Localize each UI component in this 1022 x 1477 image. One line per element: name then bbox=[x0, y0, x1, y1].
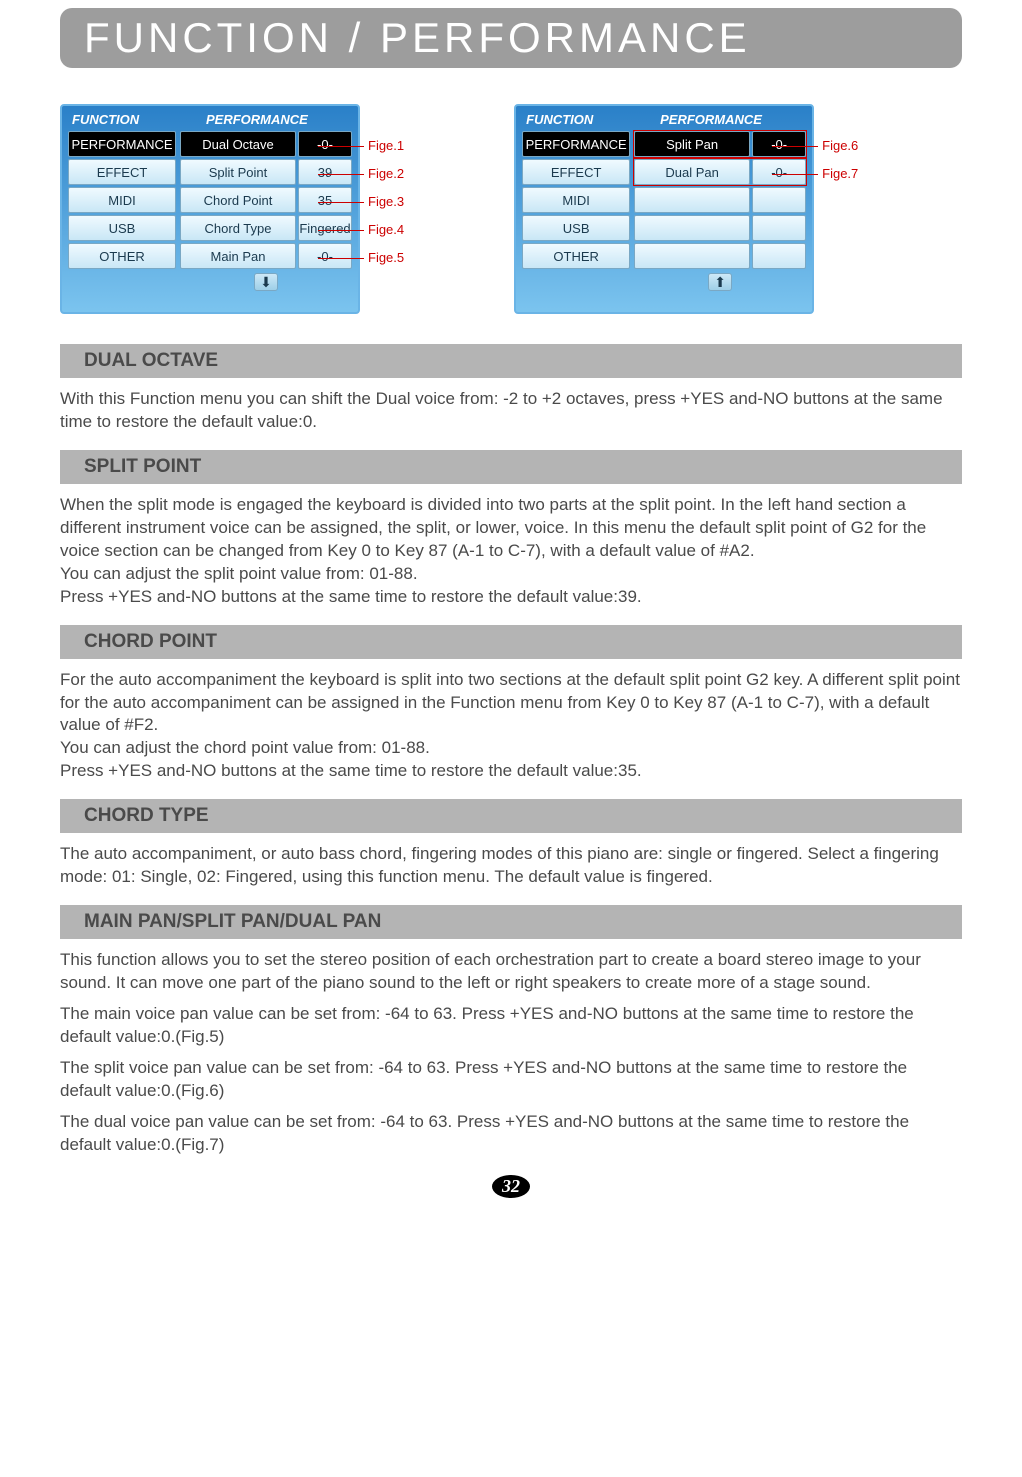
fig-label-4: Fige.4 bbox=[368, 216, 404, 244]
menu-performance-2: PERFORMANCE bbox=[522, 131, 630, 157]
page-title: FUNCTION / PERFORMANCE bbox=[84, 14, 938, 62]
param-blank-3 bbox=[634, 243, 806, 269]
section-chord-point-title: CHORD POINT bbox=[60, 625, 962, 659]
param-dual-octave: Dual Octave -0- bbox=[180, 131, 352, 157]
menu-midi-2: MIDI bbox=[522, 187, 630, 213]
menu-performance: PERFORMANCE bbox=[68, 131, 176, 157]
section-chord-type-title: CHORD TYPE bbox=[60, 799, 962, 833]
header-function-2: FUNCTION bbox=[522, 112, 630, 127]
section-dual-octave-title: DUAL OCTAVE bbox=[60, 344, 962, 378]
section-pan-p2: The main voice pan value can be set from… bbox=[60, 1003, 962, 1049]
fig-label-2: Fige.2 bbox=[368, 160, 404, 188]
menu-effect-2: EFFECT bbox=[522, 159, 630, 185]
header-performance: PERFORMANCE bbox=[176, 112, 352, 127]
screen1-figure-labels: Fige.1 Fige.2 Fige.3 Fige.4 Fige.5 bbox=[360, 104, 404, 314]
fig-label-6: Fige.6 bbox=[822, 132, 858, 160]
menu-other-2: OTHER bbox=[522, 243, 630, 269]
section-pan-title: MAIN PAN/SPLIT PAN/DUAL PAN bbox=[60, 905, 962, 939]
section-chord-point-body: For the auto accompaniment the keyboard … bbox=[60, 669, 962, 784]
page-title-bar: FUNCTION / PERFORMANCE bbox=[60, 8, 962, 68]
section-pan-p3: The split voice pan value can be set fro… bbox=[60, 1057, 962, 1103]
scroll-up-icon: ⬆ bbox=[634, 273, 806, 291]
screen2-figure-labels: Fige.6 Fige.7 bbox=[814, 104, 858, 314]
header-function: FUNCTION bbox=[68, 112, 176, 127]
screen2-block: FUNCTION PERFORMANCE PERFORMANCE EFFECT … bbox=[514, 104, 858, 314]
screen1-block: FUNCTION PERFORMANCE PERFORMANCE EFFECT … bbox=[60, 104, 404, 314]
param-split-point: Split Point 39 bbox=[180, 159, 352, 185]
page-number-wrap: 32 bbox=[60, 1175, 962, 1198]
menu-other: OTHER bbox=[68, 243, 176, 269]
scroll-down-icon: ⬇ bbox=[180, 273, 352, 291]
menu-usb-2: USB bbox=[522, 215, 630, 241]
param-chord-type: Chord Type Fingered bbox=[180, 215, 352, 241]
param-split-pan: Split Pan -0- bbox=[634, 131, 806, 157]
header-performance-2: PERFORMANCE bbox=[630, 112, 806, 127]
param-blank-2 bbox=[634, 215, 806, 241]
lcd-screen-1: FUNCTION PERFORMANCE PERFORMANCE EFFECT … bbox=[60, 104, 360, 314]
page-number: 32 bbox=[492, 1175, 530, 1198]
fig-label-7: Fige.7 bbox=[822, 160, 858, 188]
section-pan-p1: This function allows you to set the ster… bbox=[60, 949, 962, 995]
param-dual-pan: Dual Pan -0- bbox=[634, 159, 806, 185]
menu-midi: MIDI bbox=[68, 187, 176, 213]
section-chord-type-body: The auto accompaniment, or auto bass cho… bbox=[60, 843, 962, 889]
screenshots-row: FUNCTION PERFORMANCE PERFORMANCE EFFECT … bbox=[60, 104, 962, 314]
param-main-pan: Main Pan -0- bbox=[180, 243, 352, 269]
section-split-point-body: When the split mode is engaged the keybo… bbox=[60, 494, 962, 609]
fig-label-5: Fige.5 bbox=[368, 244, 404, 272]
section-pan-p4: The dual voice pan value can be set from… bbox=[60, 1111, 962, 1157]
menu-usb: USB bbox=[68, 215, 176, 241]
param-blank-1 bbox=[634, 187, 806, 213]
param-chord-point: Chord Point 35 bbox=[180, 187, 352, 213]
section-dual-octave-body: With this Function menu you can shift th… bbox=[60, 388, 962, 434]
lcd-screen-2: FUNCTION PERFORMANCE PERFORMANCE EFFECT … bbox=[514, 104, 814, 314]
fig-label-3: Fige.3 bbox=[368, 188, 404, 216]
fig-label-1: Fige.1 bbox=[368, 132, 404, 160]
menu-effect: EFFECT bbox=[68, 159, 176, 185]
section-split-point-title: SPLIT POINT bbox=[60, 450, 962, 484]
